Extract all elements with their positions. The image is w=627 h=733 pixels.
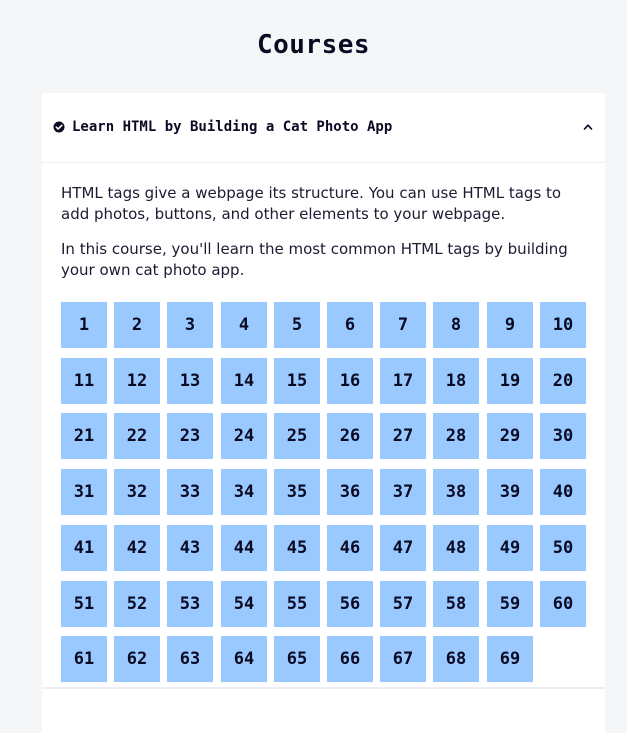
step-button[interactable]: 10 — [540, 302, 586, 348]
step-button[interactable]: 15 — [274, 358, 320, 404]
step-button[interactable]: 1 — [61, 302, 107, 348]
step-button[interactable]: 38 — [433, 469, 479, 515]
step-button[interactable]: 16 — [327, 358, 373, 404]
step-button[interactable]: 6 — [327, 302, 373, 348]
step-button[interactable]: 63 — [167, 636, 213, 682]
step-button[interactable]: 51 — [61, 581, 107, 627]
step-button[interactable]: 8 — [433, 302, 479, 348]
step-button[interactable]: 4 — [221, 302, 267, 348]
step-button[interactable]: 43 — [167, 525, 213, 571]
course-description: HTML tags give a webpage its structure. … — [61, 183, 591, 295]
step-button[interactable]: 35 — [274, 469, 320, 515]
step-button[interactable]: 39 — [487, 469, 533, 515]
step-button[interactable]: 52 — [114, 581, 160, 627]
step-button[interactable]: 21 — [61, 413, 107, 459]
page-title: Courses — [256, 30, 371, 60]
step-button[interactable]: 37 — [380, 469, 426, 515]
step-button[interactable]: 62 — [114, 636, 160, 682]
step-button[interactable]: 40 — [540, 469, 586, 515]
step-button[interactable]: 31 — [61, 469, 107, 515]
step-button[interactable]: 14 — [221, 358, 267, 404]
step-button[interactable]: 26 — [327, 413, 373, 459]
step-button[interactable]: 18 — [433, 358, 479, 404]
step-button[interactable]: 9 — [487, 302, 533, 348]
step-button[interactable]: 54 — [221, 581, 267, 627]
step-button[interactable]: 60 — [540, 581, 586, 627]
step-button[interactable]: 30 — [540, 413, 586, 459]
step-button[interactable]: 13 — [167, 358, 213, 404]
step-button[interactable]: 41 — [61, 525, 107, 571]
step-button[interactable]: 11 — [61, 358, 107, 404]
step-button[interactable]: 24 — [221, 413, 267, 459]
step-button[interactable]: 32 — [114, 469, 160, 515]
step-button[interactable]: 55 — [274, 581, 320, 627]
step-button[interactable]: 68 — [433, 636, 479, 682]
step-button[interactable]: 20 — [540, 358, 586, 404]
step-button[interactable]: 36 — [327, 469, 373, 515]
step-button[interactable]: 2 — [114, 302, 160, 348]
description-paragraph: In this course, you'll learn the most co… — [61, 240, 568, 279]
step-button[interactable]: 29 — [487, 413, 533, 459]
step-button[interactable]: 34 — [221, 469, 267, 515]
step-button[interactable]: 50 — [540, 525, 586, 571]
check-circle-icon — [53, 121, 65, 133]
step-button[interactable]: 69 — [487, 636, 533, 682]
step-button[interactable]: 12 — [114, 358, 160, 404]
step-button[interactable]: 53 — [167, 581, 213, 627]
step-button[interactable]: 59 — [487, 581, 533, 627]
step-button[interactable]: 56 — [327, 581, 373, 627]
step-button[interactable]: 17 — [380, 358, 426, 404]
step-button[interactable]: 19 — [487, 358, 533, 404]
step-button[interactable]: 25 — [274, 413, 320, 459]
step-button[interactable]: 23 — [167, 413, 213, 459]
step-button[interactable]: 49 — [487, 525, 533, 571]
course-header-toggle[interactable]: Learn HTML by Building a Cat Photo App — [42, 93, 605, 163]
step-button[interactable]: 27 — [380, 413, 426, 459]
step-button[interactable]: 7 — [380, 302, 426, 348]
step-button[interactable]: 57 — [380, 581, 426, 627]
card-divider — [42, 687, 605, 689]
step-button[interactable]: 3 — [167, 302, 213, 348]
step-button[interactable]: 48 — [433, 525, 479, 571]
step-button[interactable]: 5 — [274, 302, 320, 348]
course-card: Learn HTML by Building a Cat Photo App H… — [42, 93, 605, 733]
step-button[interactable]: 64 — [221, 636, 267, 682]
chevron-up-icon — [583, 124, 593, 130]
step-button[interactable]: 58 — [433, 581, 479, 627]
step-button[interactable]: 46 — [327, 525, 373, 571]
description-paragraph: HTML tags give a webpage its structure. … — [61, 184, 562, 223]
step-button[interactable]: 22 — [114, 413, 160, 459]
step-button[interactable]: 65 — [274, 636, 320, 682]
step-button[interactable]: 44 — [221, 525, 267, 571]
course-title: Learn HTML by Building a Cat Photo App — [72, 119, 393, 135]
step-button[interactable]: 66 — [327, 636, 373, 682]
step-button[interactable]: 61 — [61, 636, 107, 682]
step-button[interactable]: 45 — [274, 525, 320, 571]
step-button[interactable]: 67 — [380, 636, 426, 682]
step-button[interactable]: 33 — [167, 469, 213, 515]
step-button[interactable]: 28 — [433, 413, 479, 459]
step-button[interactable]: 47 — [380, 525, 426, 571]
step-button[interactable]: 42 — [114, 525, 160, 571]
